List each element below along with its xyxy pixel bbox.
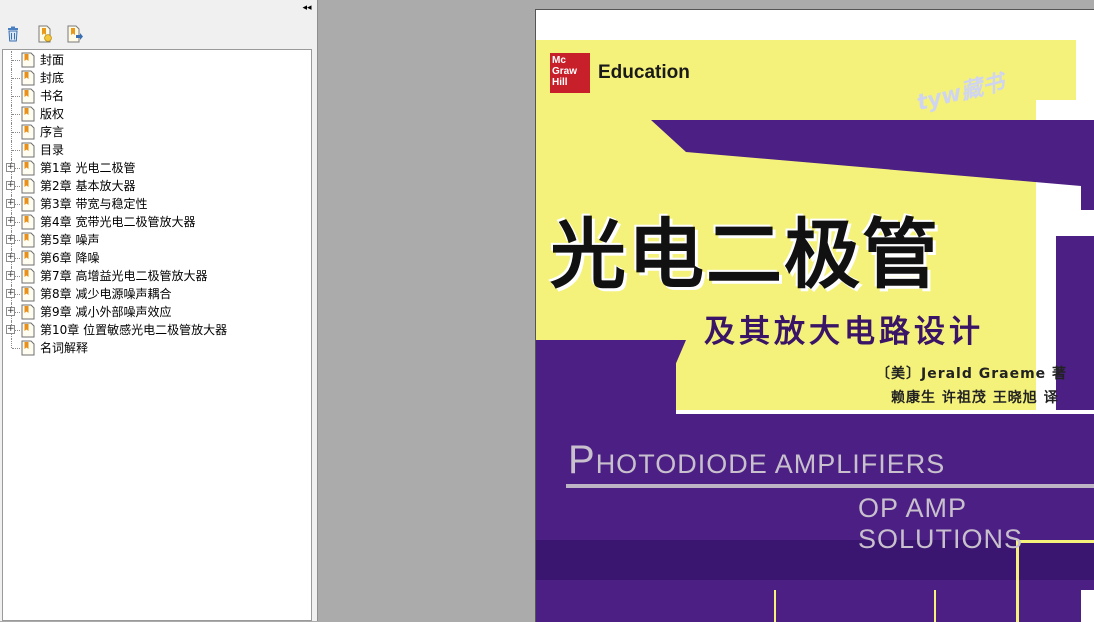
bookmark-icon <box>21 196 35 212</box>
author-line: 〔美〕Jerald Graeme 著 <box>876 366 1068 382</box>
tree-connector <box>12 78 20 79</box>
bookmark-item[interactable]: + 第5章 噪声 <box>3 231 311 249</box>
delete-bookmark-button[interactable] <box>4 25 24 45</box>
bookmark-item[interactable]: + 第9章 减小外部噪声效应 <box>3 303 311 321</box>
bookmark-item[interactable]: 封面 <box>3 51 311 69</box>
bookmark-item[interactable]: + 第2章 基本放大器 <box>3 177 311 195</box>
bookmark-label: 第6章 降噪 <box>40 251 100 265</box>
bookmark-item[interactable]: 封底 <box>3 69 311 87</box>
bookmark-label: 第3章 带宽与稳定性 <box>40 197 148 211</box>
bookmark-item[interactable]: 版权 <box>3 105 311 123</box>
book-title-cn: 光电二极管 <box>550 210 940 299</box>
bookmark-icon <box>21 178 35 194</box>
bookmark-item[interactable]: + 第8章 减少电源噪声耦合 <box>3 285 311 303</box>
book-title-en: PHOTODIODE AMPLIFIERS <box>568 438 945 483</box>
tree-connector <box>12 132 20 133</box>
tree-connector <box>12 114 20 115</box>
bookmark-label: 封面 <box>40 53 65 67</box>
bookmark-item[interactable]: + 第4章 宽带光电二极管放大器 <box>3 213 311 231</box>
tree-connector <box>12 150 20 151</box>
accent-line-3 <box>934 590 936 622</box>
bookmark-icon <box>21 304 35 320</box>
bookmark-icon <box>21 214 35 230</box>
publisher-logo: Mc Graw Hill <box>550 53 590 93</box>
bookmark-label: 书名 <box>40 89 65 103</box>
bookmark-icon <box>21 70 35 86</box>
title-en-rest: HOTODIODE AMPLIFIERS <box>595 449 946 479</box>
expand-toggle[interactable]: + <box>6 307 15 316</box>
bookmark-icon <box>21 250 35 266</box>
right-purple-block <box>1056 236 1094 410</box>
bookmark-icon <box>21 268 35 284</box>
logo-line-3: Hill <box>552 77 568 88</box>
bookmark-item[interactable]: + 第6章 降噪 <box>3 249 311 267</box>
logo-line-2: Graw <box>552 66 578 77</box>
expand-bookmark-button[interactable] <box>66 25 86 45</box>
book-subtitle-en: OP AMP SOLUTIONS <box>858 493 1024 554</box>
bookmark-label: 封底 <box>40 71 65 85</box>
expand-toggle[interactable]: + <box>6 253 15 262</box>
new-bookmark-button[interactable] <box>36 25 56 45</box>
bookmark-item[interactable]: + 第3章 带宽与稳定性 <box>3 195 311 213</box>
divider-line-1 <box>566 484 1094 488</box>
tree-connector <box>12 96 20 97</box>
bookmark-label: 目录 <box>40 143 65 157</box>
bookmark-label: 版权 <box>40 107 65 121</box>
bookmark-label: 第1章 光电二极管 <box>40 161 136 175</box>
bookmark-label: 第9章 减小外部噪声效应 <box>40 305 172 319</box>
title-en-cap: P <box>568 438 596 482</box>
bookmark-item[interactable]: 序言 <box>3 123 311 141</box>
bookmark-icon <box>21 232 35 248</box>
bookmark-arrow-icon <box>67 25 83 43</box>
expand-toggle[interactable]: + <box>6 235 15 244</box>
bookmark-icon <box>21 142 35 158</box>
bookmark-icon <box>21 322 35 338</box>
bookmarks-panel: ◂◂ 封面 封底 书名 版权 序言 目录 + 第1章 光电二极管 + 第2章 基… <box>0 0 318 621</box>
expand-toggle[interactable]: + <box>6 163 15 172</box>
new-bookmark-icon <box>38 25 52 43</box>
bookmark-icon <box>21 52 35 68</box>
bookmark-icon <box>21 124 35 140</box>
bookmark-icon <box>21 160 35 176</box>
bookmark-item[interactable]: 书名 <box>3 87 311 105</box>
bookmark-label: 第10章 位置敏感光电二极管放大器 <box>40 323 228 337</box>
bookmark-label: 第2章 基本放大器 <box>40 179 136 193</box>
bookmark-item[interactable]: + 第10章 位置敏感光电二极管放大器 <box>3 321 311 339</box>
accent-line-2 <box>774 590 776 622</box>
expand-toggle[interactable]: + <box>6 271 15 280</box>
bookmark-icon <box>21 286 35 302</box>
bookmark-tree: 封面封底书名版权序言目录 + 第1章 光电二极管 + 第2章 基本放大器 + 第3章 带宽与… <box>2 49 312 621</box>
bookmark-label: 第5章 噪声 <box>40 233 100 247</box>
bookmark-item[interactable]: 目录 <box>3 141 311 159</box>
bookmark-item[interactable]: + 第1章 光电二极管 <box>3 159 311 177</box>
expand-toggle[interactable]: + <box>6 289 15 298</box>
tree-connector <box>12 60 20 61</box>
tree-connector <box>11 339 12 348</box>
bookmark-label: 第8章 减少电源噪声耦合 <box>40 287 172 301</box>
translators-line: 赖康生 许祖茂 王晓旭 译 <box>891 390 1059 406</box>
bookmark-label: 第4章 宽带光电二极管放大器 <box>40 215 196 229</box>
bookmarks-toolbar <box>0 22 318 48</box>
bookmark-item[interactable]: 名词解释 <box>3 339 311 357</box>
bookmark-item[interactable]: + 第7章 高增益光电二极管放大器 <box>3 267 311 285</box>
publisher-line: Education <box>598 62 690 83</box>
bookmark-label: 第7章 高增益光电二极管放大器 <box>40 269 208 283</box>
expand-toggle[interactable]: + <box>6 181 15 190</box>
bookmark-label: 名词解释 <box>40 341 89 355</box>
expand-toggle[interactable]: + <box>6 199 15 208</box>
bookmark-label: 序言 <box>40 125 65 139</box>
bookmark-icon <box>21 340 35 356</box>
book-subtitle-cn: 及其放大电路设计 <box>704 314 984 350</box>
collapse-panel-button[interactable]: ◂◂ <box>301 2 313 14</box>
expand-toggle[interactable]: + <box>6 217 15 226</box>
logo-line-1: Mc <box>552 55 566 66</box>
bookmark-icon <box>21 88 35 104</box>
expand-toggle[interactable]: + <box>6 325 15 334</box>
bookmark-icon <box>21 106 35 122</box>
trash-icon <box>8 26 18 42</box>
document-page: Mc Graw Hill Education tyw藏书 光电二极管 及其放大电… <box>535 9 1094 622</box>
tree-connector <box>12 348 20 349</box>
